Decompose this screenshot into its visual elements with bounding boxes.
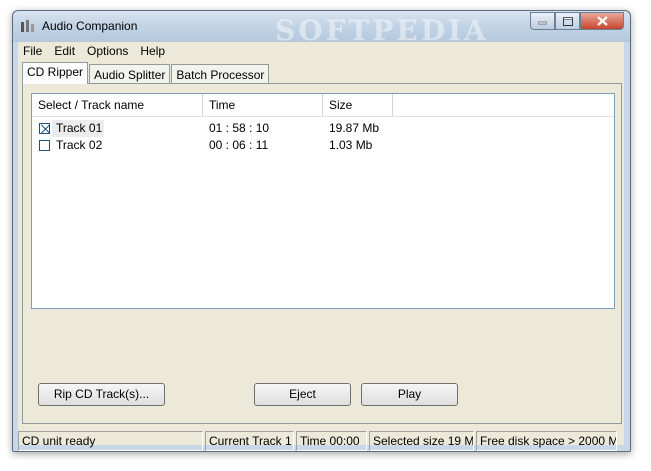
play-button[interactable]: Play — [361, 383, 458, 406]
minimize-button[interactable] — [530, 12, 555, 30]
eject-button[interactable]: Eject — [254, 383, 351, 406]
minimize-icon — [538, 21, 547, 25]
menu-edit[interactable]: Edit — [49, 42, 82, 61]
status-cd: CD unit ready — [18, 431, 203, 451]
menu-help[interactable]: Help — [135, 42, 172, 61]
column-header-track[interactable]: Select / Track name — [32, 94, 203, 116]
app-icon — [21, 20, 34, 32]
menu-options[interactable]: Options — [82, 42, 135, 61]
tab-strip: CD Ripper Audio Splitter Batch Processor — [22, 62, 270, 84]
cd-ripper-panel: Select / Track name Time Size Track 01 0… — [22, 83, 622, 424]
track-name: Track 01 — [56, 121, 103, 135]
close-button[interactable] — [580, 12, 624, 30]
main-window: SOFTPEDIA Audio Companion File Edit Opti… — [12, 10, 631, 452]
status-bar: CD unit ready Current Track 1 Time 00:00… — [18, 431, 624, 453]
maximize-icon — [562, 16, 573, 26]
track-time: 00 : 06 : 11 — [209, 138, 269, 152]
column-header-size[interactable]: Size — [323, 94, 393, 116]
status-current-track: Current Track 1 — [205, 431, 294, 451]
status-time: Time 00:00 — [296, 431, 367, 451]
tab-audio-splitter[interactable]: Audio Splitter — [89, 64, 171, 84]
tab-cd-ripper[interactable]: CD Ripper — [22, 62, 89, 84]
menu-file[interactable]: File — [18, 42, 49, 61]
track-checkbox[interactable] — [39, 140, 50, 151]
table-row[interactable]: Track 02 00 : 06 : 11 1.03 Mb — [32, 137, 614, 154]
client-area: File Edit Options Help CD Ripper Audio S… — [18, 42, 624, 451]
column-header-time[interactable]: Time — [203, 94, 323, 116]
maximize-button[interactable] — [555, 12, 580, 30]
track-checkbox[interactable] — [39, 123, 50, 134]
tab-batch-processor[interactable]: Batch Processor — [171, 64, 270, 84]
menu-bar: File Edit Options Help — [18, 42, 624, 61]
track-size: 1.03 Mb — [329, 138, 373, 152]
caption-buttons — [530, 12, 624, 31]
title-bar[interactable]: SOFTPEDIA Audio Companion — [13, 11, 630, 47]
track-size: 19.87 Mb — [329, 121, 380, 135]
track-name: Track 02 — [56, 138, 103, 152]
track-time: 01 : 58 : 10 — [209, 121, 270, 135]
window-title: Audio Companion — [42, 19, 138, 33]
table-row[interactable]: Track 01 01 : 58 : 10 19.87 Mb — [32, 120, 614, 137]
list-header: Select / Track name Time Size — [32, 94, 614, 117]
status-free-space: Free disk space > 2000 Mb — [476, 431, 617, 451]
status-selected-size: Selected size 19 Mb — [369, 431, 474, 451]
close-icon — [596, 16, 608, 26]
rip-button[interactable]: Rip CD Track(s)... — [38, 383, 165, 406]
track-list[interactable]: Select / Track name Time Size Track 01 0… — [31, 93, 615, 309]
